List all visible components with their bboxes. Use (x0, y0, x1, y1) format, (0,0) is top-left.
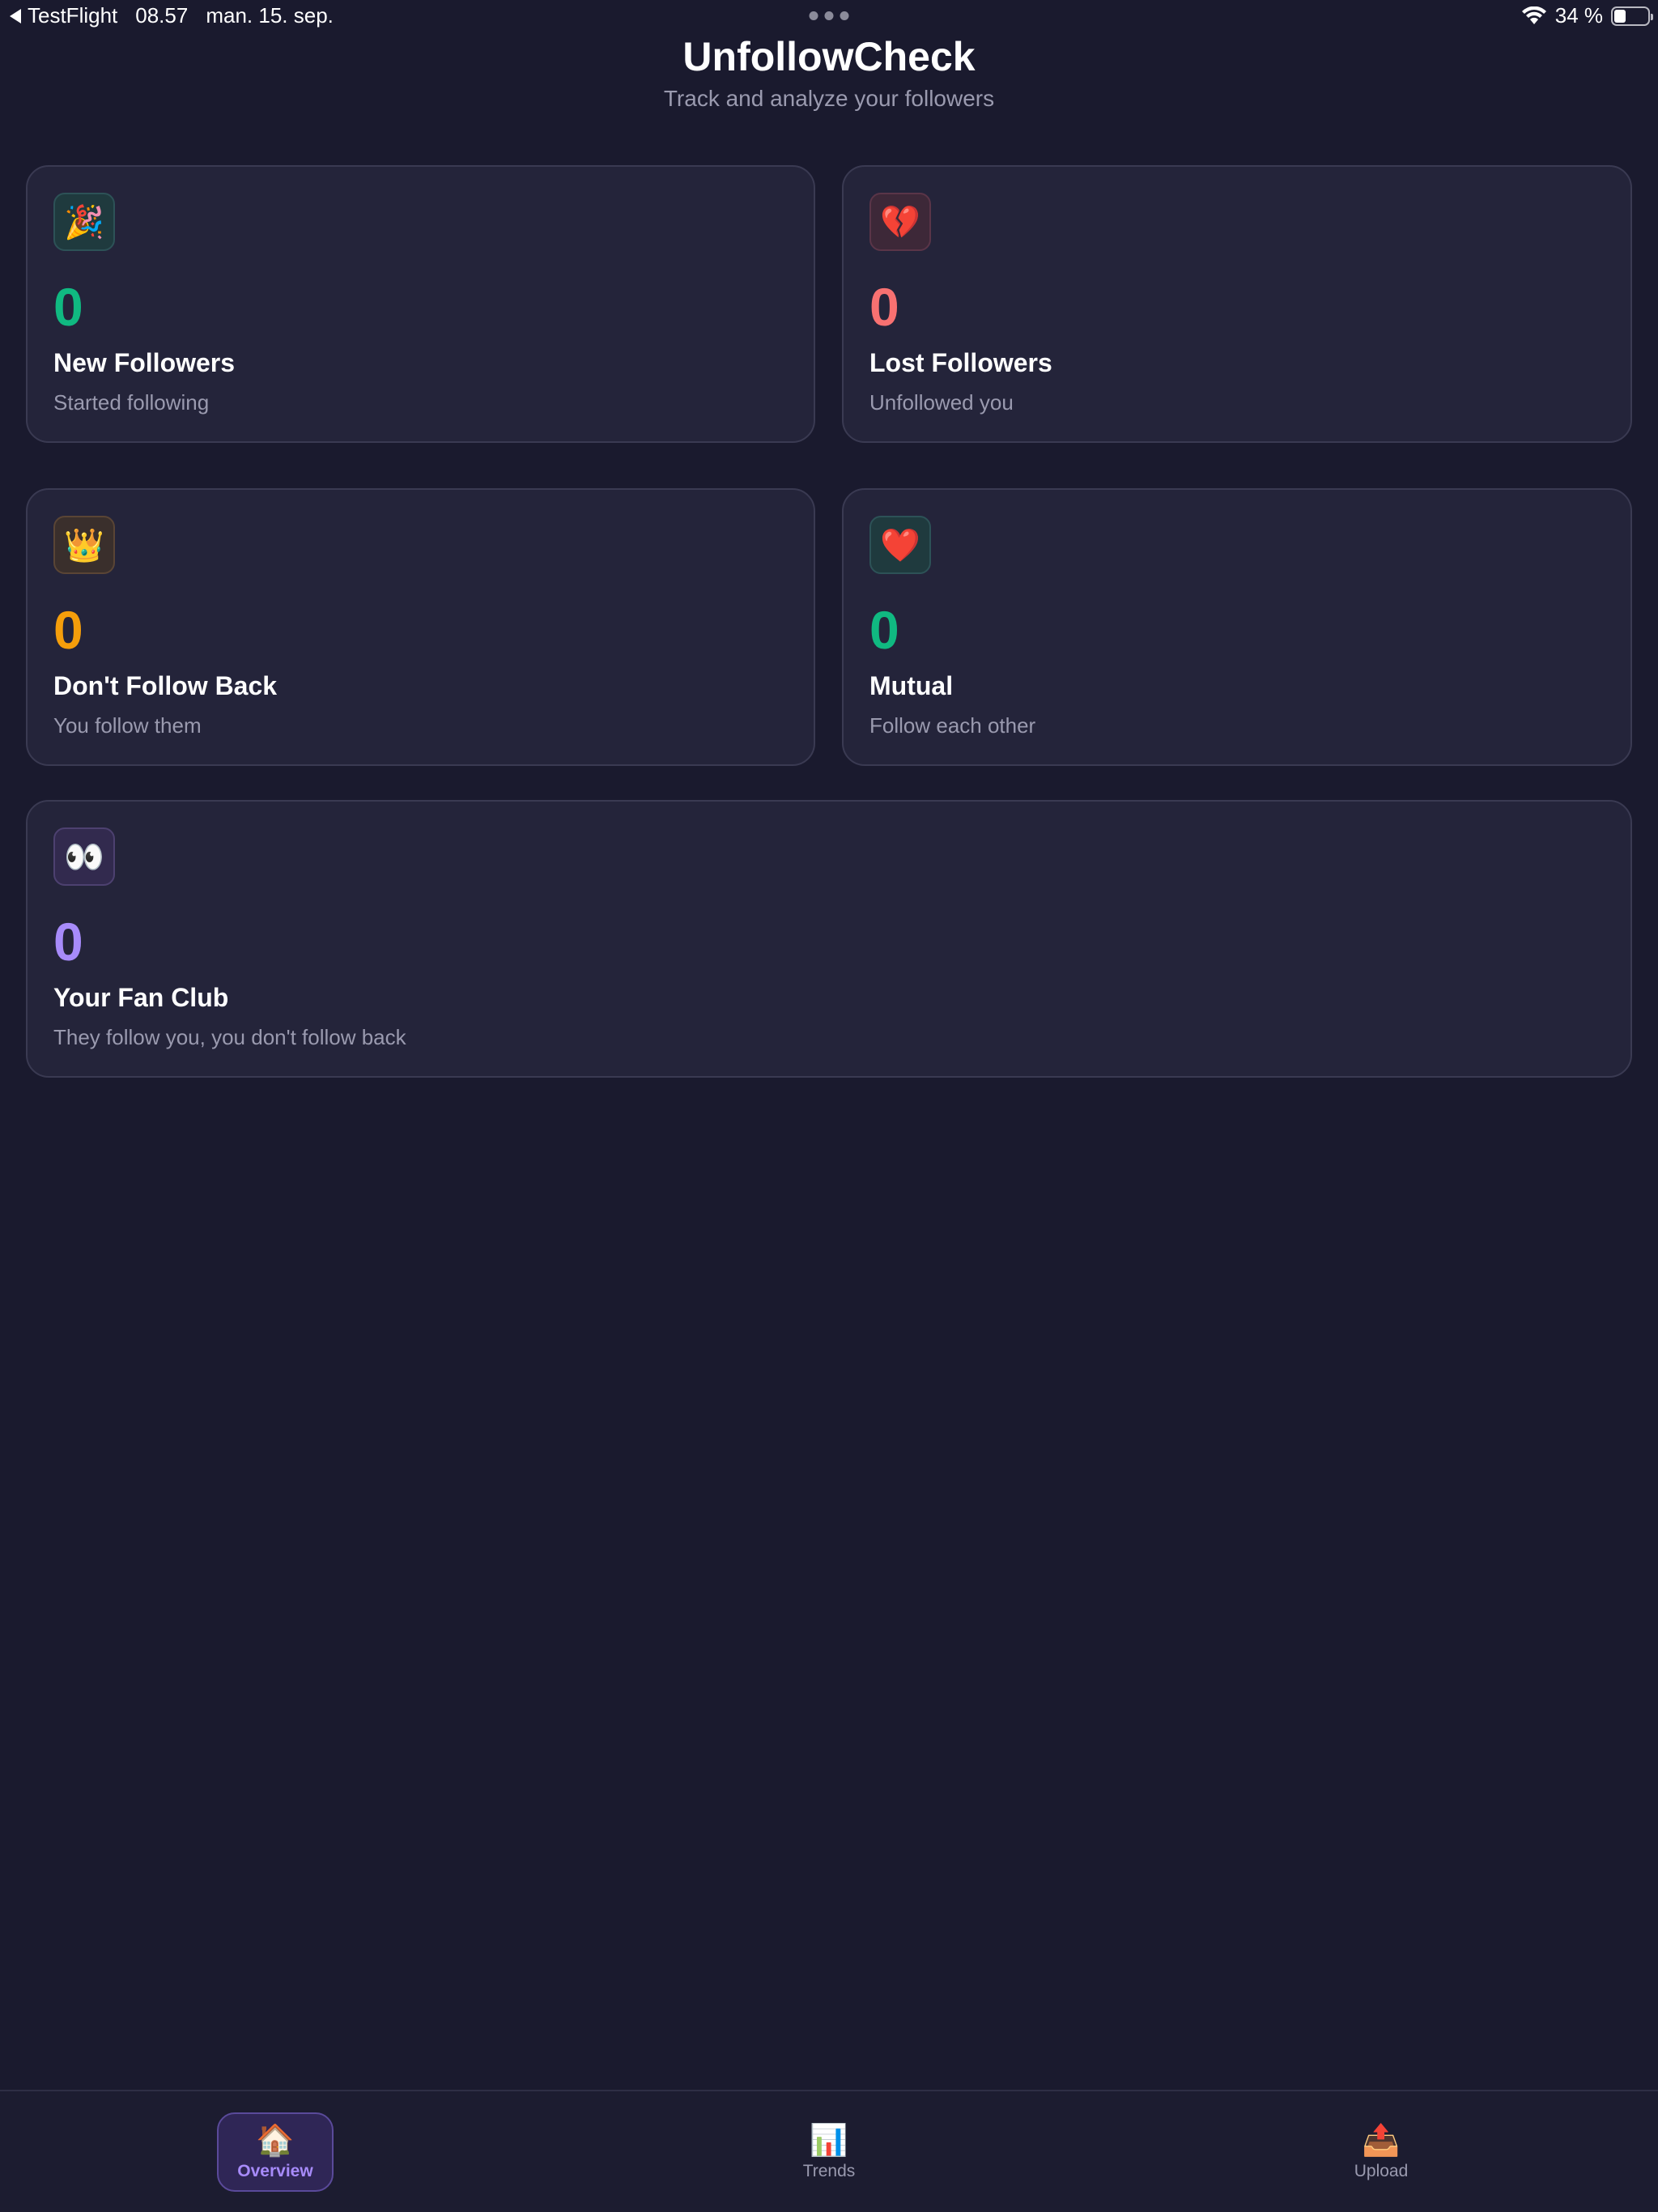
fan-club-card[interactable]: 👀 0 Your Fan Club They follow you, you d… (26, 800, 1632, 1078)
fan-club-description: They follow you, you don't follow back (53, 1025, 406, 1049)
heart-icon: ❤️ (869, 516, 931, 574)
house-icon: 🏠 (256, 2124, 295, 2158)
mutual-label: Mutual (869, 671, 954, 700)
tab-overview-label: Overview (237, 2162, 313, 2180)
new-followers-count: 0 (53, 277, 83, 337)
battery-percentage: 34 % (1554, 3, 1603, 28)
fan-club-label: Your Fan Club (53, 983, 229, 1012)
status-time: 08.57 (135, 3, 189, 28)
multitasking-dots-icon[interactable] (809, 11, 849, 20)
back-arrow-icon (10, 8, 21, 23)
mutual-card[interactable]: ❤️ 0 Mutual Follow each other (842, 488, 1632, 766)
status-left: TestFlight 08.57 man. 15. sep. (10, 3, 334, 28)
dont-follow-back-label: Don't Follow Back (53, 671, 278, 700)
lost-followers-label: Lost Followers (869, 348, 1052, 377)
lost-followers-card[interactable]: 💔 0 Lost Followers Unfollowed you (842, 165, 1632, 443)
lost-followers-description: Unfollowed you (869, 390, 1014, 415)
status-date: man. 15. sep. (206, 3, 334, 28)
wifi-icon (1521, 6, 1546, 24)
status-bar: TestFlight 08.57 man. 15. sep. 34 % (0, 0, 1658, 32)
lost-followers-count: 0 (869, 277, 899, 337)
back-app-label: TestFlight (28, 3, 118, 28)
tab-upload[interactable]: 📤 Upload (1323, 2112, 1439, 2192)
battery-icon (1611, 6, 1653, 26)
broken-heart-icon: 💔 (869, 193, 931, 251)
tab-trends-label: Trends (802, 2162, 856, 2180)
new-followers-card[interactable]: 🎉 0 New Followers Started following (26, 165, 815, 443)
page-title: UnfollowCheck (682, 34, 976, 79)
outbox-tray-icon: 📤 (1362, 2124, 1401, 2158)
battery-fill (1614, 9, 1626, 23)
mutual-count: 0 (869, 600, 899, 660)
crown-icon: 👑 (53, 516, 115, 574)
eyes-icon: 👀 (53, 827, 115, 886)
new-followers-description: Started following (53, 390, 210, 415)
dont-follow-back-card[interactable]: 👑 0 Don't Follow Back You follow them (26, 488, 815, 766)
new-followers-label: New Followers (53, 348, 236, 377)
tab-trends[interactable]: 📊 Trends (771, 2112, 887, 2192)
tab-overview[interactable]: 🏠 Overview (217, 2112, 334, 2192)
dont-follow-back-description: You follow them (53, 713, 202, 738)
mutual-description: Follow each other (869, 713, 1036, 738)
party-popper-icon: 🎉 (53, 193, 115, 251)
bar-chart-icon: 📊 (810, 2124, 848, 2158)
status-right: 34 % (1521, 3, 1653, 28)
dont-follow-back-count: 0 (53, 600, 83, 660)
back-to-app-button[interactable]: TestFlight (10, 3, 117, 28)
tab-upload-label: Upload (1354, 2162, 1409, 2180)
page-subtitle: Track and analyze your followers (663, 86, 995, 111)
fan-club-count: 0 (53, 912, 83, 972)
tab-bar: 🏠 Overview 📊 Trends 📤 Upload (0, 2090, 1658, 2212)
header: UnfollowCheck Track and analyze your fol… (0, 32, 1658, 113)
